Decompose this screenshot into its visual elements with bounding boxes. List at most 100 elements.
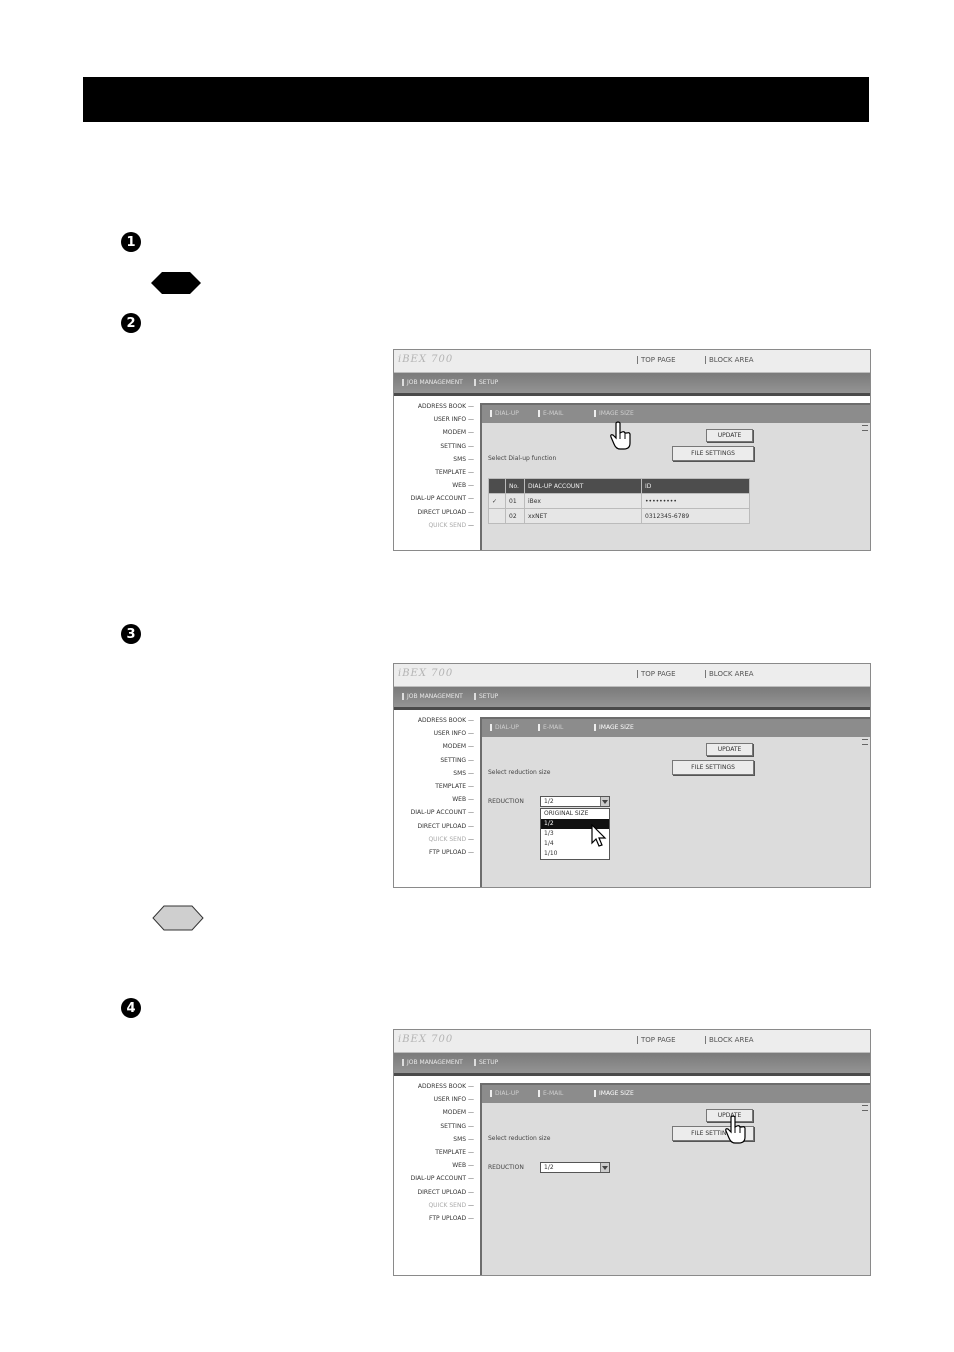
sidebar-item-address-book[interactable]: ADDRESS BOOK bbox=[394, 403, 478, 416]
sidebar-item-dialup-account[interactable]: DIAL-UP ACCOUNT bbox=[394, 809, 478, 822]
sidebar-item-address-book[interactable]: ADDRESS BOOK bbox=[394, 1083, 478, 1096]
scrollbar[interactable] bbox=[862, 1105, 868, 1111]
sidebar-item-modem[interactable]: MODEM bbox=[394, 743, 478, 756]
top-page-link[interactable]: TOP PAGE bbox=[637, 1036, 676, 1044]
sidebar: ADDRESS BOOK USER INFO MODEM SETTING SMS… bbox=[394, 717, 478, 862]
sidebar-item-web[interactable]: WEB bbox=[394, 796, 478, 809]
app-top-bar: iBEX 700 TOP PAGE BLOCK AREA bbox=[394, 350, 870, 373]
panel-description: Select Dial-up function bbox=[488, 455, 557, 462]
row-id: ••••••••• bbox=[641, 493, 750, 509]
table-row[interactable]: 02 xxNET 0312345-6789 bbox=[488, 508, 750, 524]
sidebar-item-sms[interactable]: SMS bbox=[394, 770, 478, 783]
sidebar-item-dialup-account[interactable]: DIAL-UP ACCOUNT bbox=[394, 495, 478, 508]
hand-cursor-icon bbox=[725, 1115, 746, 1144]
main-nav: JOB MANAGEMENT SETUP bbox=[394, 1053, 870, 1076]
scrollbar[interactable] bbox=[862, 425, 868, 431]
table-header-account: DIAL-UP ACCOUNT bbox=[524, 478, 642, 494]
main-nav: JOB MANAGEMENT SETUP bbox=[394, 687, 870, 710]
table-header-no: No. bbox=[505, 478, 525, 494]
tab-job-management[interactable]: JOB MANAGEMENT bbox=[402, 693, 463, 700]
step-number-4: 4 bbox=[121, 998, 141, 1018]
option-original-size[interactable]: ORIGINAL SIZE bbox=[541, 809, 609, 819]
sidebar-item-setting[interactable]: SETTING bbox=[394, 757, 478, 770]
sidebar-item-setting[interactable]: SETTING bbox=[394, 1123, 478, 1136]
scrollbar[interactable] bbox=[862, 739, 868, 745]
tab-dialup[interactable]: DIAL-UP bbox=[490, 410, 519, 417]
reduction-select[interactable]: 1/2 bbox=[540, 1162, 610, 1173]
row-account: iBex bbox=[524, 493, 642, 509]
reduction-select[interactable]: 1/2 bbox=[540, 796, 610, 807]
file-settings-button[interactable]: FILE SETTINGS bbox=[672, 446, 754, 461]
tab-image-size[interactable]: IMAGE SIZE bbox=[594, 1090, 634, 1097]
block-area-link[interactable]: BLOCK AREA bbox=[705, 1036, 754, 1044]
sidebar-item-quick-send[interactable]: QUICK SEND bbox=[394, 1202, 478, 1215]
sidebar-item-quick-send[interactable]: QUICK SEND bbox=[394, 836, 478, 849]
settings-panel: DIAL-UP E-MAIL IMAGE SIZE UPDATE FILE SE… bbox=[480, 1083, 870, 1275]
panel-tabs: DIAL-UP E-MAIL IMAGE SIZE bbox=[482, 1085, 870, 1103]
update-button[interactable]: UPDATE bbox=[706, 429, 753, 442]
sidebar-item-direct-upload[interactable]: DIRECT UPLOAD bbox=[394, 509, 478, 522]
sidebar-item-sms[interactable]: SMS bbox=[394, 1136, 478, 1149]
main-nav: JOB MANAGEMENT SETUP bbox=[394, 373, 870, 396]
sidebar-item-modem[interactable]: MODEM bbox=[394, 1109, 478, 1122]
screenshot-update: iBEX 700 TOP PAGE BLOCK AREA JOB MANAGEM… bbox=[393, 1029, 871, 1276]
sidebar-item-ftp-upload[interactable]: FTP UPLOAD bbox=[394, 849, 478, 862]
reduction-label: REDUCTION bbox=[488, 798, 524, 805]
option-1-10[interactable]: 1/10 bbox=[541, 849, 609, 859]
row-checkbox[interactable]: ✓ bbox=[488, 493, 506, 509]
header-bar bbox=[83, 77, 869, 122]
tab-email[interactable]: E-MAIL bbox=[538, 1090, 563, 1097]
app-top-bar: iBEX 700 TOP PAGE BLOCK AREA bbox=[394, 1030, 870, 1053]
sidebar-item-template[interactable]: TEMPLATE bbox=[394, 1149, 478, 1162]
row-number: 01 bbox=[505, 493, 525, 509]
tab-job-management[interactable]: JOB MANAGEMENT bbox=[402, 379, 463, 386]
chevron-down-icon[interactable] bbox=[600, 797, 609, 806]
sidebar-item-address-book[interactable]: ADDRESS BOOK bbox=[394, 717, 478, 730]
sidebar-item-user-info[interactable]: USER INFO bbox=[394, 416, 478, 429]
panel-description: Select reduction size bbox=[488, 1135, 551, 1142]
sidebar-item-user-info[interactable]: USER INFO bbox=[394, 730, 478, 743]
sidebar-item-web[interactable]: WEB bbox=[394, 482, 478, 495]
tab-email[interactable]: E-MAIL bbox=[538, 410, 563, 417]
reduction-label: REDUCTION bbox=[488, 1164, 524, 1171]
panel-tabs: DIAL-UP E-MAIL IMAGE SIZE bbox=[482, 719, 870, 737]
sidebar-item-direct-upload[interactable]: DIRECT UPLOAD bbox=[394, 1189, 478, 1202]
tab-image-size[interactable]: IMAGE SIZE bbox=[594, 410, 634, 417]
tab-job-management[interactable]: JOB MANAGEMENT bbox=[402, 1059, 463, 1066]
tab-dialup[interactable]: DIAL-UP bbox=[490, 1090, 519, 1097]
tab-setup[interactable]: SETUP bbox=[474, 379, 498, 386]
file-settings-button[interactable]: FILE SETTINGS bbox=[672, 760, 754, 775]
sidebar-item-web[interactable]: WEB bbox=[394, 1162, 478, 1175]
app-logo: iBEX 700 bbox=[398, 354, 454, 365]
sidebar-item-template[interactable]: TEMPLATE bbox=[394, 783, 478, 796]
settings-panel: DIAL-UP E-MAIL IMAGE SIZE UPDATE FILE SE… bbox=[480, 717, 870, 887]
sidebar-item-sms[interactable]: SMS bbox=[394, 456, 478, 469]
sidebar-item-setting[interactable]: SETTING bbox=[394, 443, 478, 456]
block-area-link[interactable]: BLOCK AREA bbox=[705, 356, 754, 364]
app-logo: iBEX 700 bbox=[398, 1034, 454, 1045]
tab-dialup[interactable]: DIAL-UP bbox=[490, 724, 519, 731]
reduction-select-value: 1/2 bbox=[544, 1164, 554, 1171]
top-page-link[interactable]: TOP PAGE bbox=[637, 670, 676, 678]
sidebar-item-modem[interactable]: MODEM bbox=[394, 429, 478, 442]
sidebar-item-template[interactable]: TEMPLATE bbox=[394, 469, 478, 482]
sidebar-item-user-info[interactable]: USER INFO bbox=[394, 1096, 478, 1109]
table-row[interactable]: ✓ 01 iBex ••••••••• bbox=[488, 493, 750, 509]
sidebar-item-dialup-account[interactable]: DIAL-UP ACCOUNT bbox=[394, 1175, 478, 1188]
top-page-link[interactable]: TOP PAGE bbox=[637, 356, 676, 364]
tab-setup[interactable]: SETUP bbox=[474, 1059, 498, 1066]
chevron-down-icon[interactable] bbox=[600, 1163, 609, 1172]
tab-setup[interactable]: SETUP bbox=[474, 693, 498, 700]
sidebar: ADDRESS BOOK USER INFO MODEM SETTING SMS… bbox=[394, 1083, 478, 1228]
reduction-select-value: 1/2 bbox=[544, 798, 554, 805]
sidebar-item-ftp-upload[interactable]: FTP UPLOAD bbox=[394, 1215, 478, 1228]
block-area-link[interactable]: BLOCK AREA bbox=[705, 670, 754, 678]
tab-image-size[interactable]: IMAGE SIZE bbox=[594, 724, 634, 731]
update-button[interactable]: UPDATE bbox=[706, 743, 753, 756]
table-header-select bbox=[488, 478, 506, 494]
row-checkbox[interactable] bbox=[488, 508, 506, 524]
tab-email[interactable]: E-MAIL bbox=[538, 724, 563, 731]
sidebar-item-direct-upload[interactable]: DIRECT UPLOAD bbox=[394, 823, 478, 836]
panel-tabs: DIAL-UP E-MAIL IMAGE SIZE bbox=[482, 405, 870, 423]
sidebar-item-quick-send[interactable]: QUICK SEND bbox=[394, 522, 478, 535]
